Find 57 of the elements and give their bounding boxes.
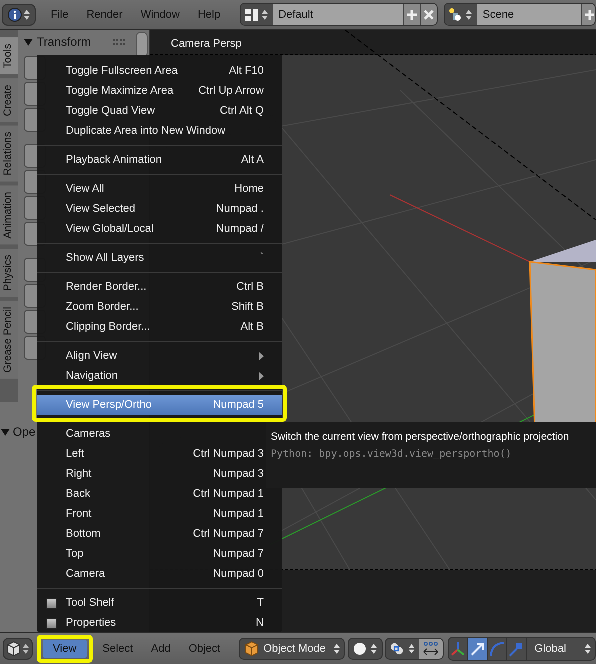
- submenu-arrow-icon: [259, 352, 264, 360]
- snap-icon[interactable]: [418, 638, 443, 658]
- mode-dropdown[interactable]: Object Mode: [238, 638, 346, 660]
- shading-dropdown[interactable]: [348, 638, 384, 660]
- menu-item[interactable]: Toggle Maximize Area Ctrl Up Arrow: [37, 81, 282, 101]
- panel-title[interactable]: Ope: [13, 425, 36, 439]
- python-path-text: Python: bpy.ops.view3d.view_persportho(): [271, 449, 513, 460]
- info-icon: [8, 8, 22, 22]
- tab[interactable]: Create: [0, 78, 18, 122]
- updown-icon: [24, 8, 30, 20]
- tab[interactable]: Tools: [0, 38, 18, 75]
- tab[interactable]: Physics: [0, 248, 18, 297]
- expanded-triangle-icon[interactable]: [24, 38, 33, 46]
- menu-item[interactable]: Show All Layers `: [37, 248, 282, 268]
- scale-icon[interactable]: [507, 638, 527, 660]
- menu-item[interactable]: Bottom Ctrl Numpad 7: [37, 524, 282, 544]
- menu-item[interactable]: Align View: [37, 346, 282, 366]
- menu-item[interactable]: Toggle Quad View Ctrl Alt Q: [37, 101, 282, 121]
- expanded-triangle-icon[interactable]: [1, 428, 10, 436]
- tab[interactable]: Relations: [0, 126, 18, 182]
- panel-title[interactable]: Transform: [37, 35, 92, 49]
- pivot-icon: [390, 642, 406, 656]
- info-editor-button[interactable]: [2, 4, 36, 26]
- menu-item[interactable]: Top Numpad 7: [37, 544, 282, 564]
- submenu-arrow-icon: [259, 372, 264, 380]
- menu-item[interactable]: Properties N: [37, 613, 282, 633]
- menu-item[interactable]: View Selected Numpad .: [37, 199, 282, 219]
- updown-icon: [334, 642, 340, 654]
- menu-item[interactable]: Back Ctrl Numpad 1: [37, 484, 282, 504]
- menu-item[interactable]: Front Numpad 1: [37, 504, 282, 524]
- tooltip-text: Switch the current view from perspective/orthographic projection: [271, 431, 570, 443]
- menu-item[interactable]: Toggle Fullscreen Area Alt F10: [37, 61, 282, 81]
- viewport-title: Camera Persp: [171, 38, 242, 50]
- menu-item[interactable]: Clipping Border... Alt B: [37, 317, 282, 337]
- cube-icon: [244, 640, 260, 656]
- menu-item[interactable]: Navigation: [37, 366, 282, 386]
- updown-icon: [371, 642, 378, 654]
- menu-item[interactable]: Zoom Border... Shift B: [37, 297, 282, 317]
- editor-type-button[interactable]: [3, 638, 33, 660]
- sphere-icon: [353, 642, 368, 656]
- menu-item[interactable]: View All Home: [37, 179, 282, 199]
- menu-item[interactable]: Camera Numpad 0: [37, 564, 282, 584]
- updown-icon: [409, 642, 415, 654]
- menu-item[interactable]: Duplicate Area into New Window: [37, 121, 282, 141]
- grip-icon[interactable]: [113, 39, 128, 45]
- tab[interactable]: Grease Pencil: [0, 300, 18, 379]
- menu-item[interactable]: Tool Shelf T: [37, 593, 282, 613]
- menu-item[interactable]: View: [43, 640, 87, 658]
- tab[interactable]: Animation: [0, 186, 18, 245]
- menu-item[interactable]: Playback Animation Alt A: [37, 150, 282, 170]
- checkbox[interactable]: [46, 618, 57, 629]
- pivot-dropdown[interactable]: [385, 638, 444, 660]
- checkbox[interactable]: [46, 598, 57, 609]
- menu-item[interactable]: Render Border... Ctrl B: [37, 277, 282, 297]
- menu-item[interactable]: View Persp/Ortho Numpad 5: [37, 395, 282, 415]
- menu-item[interactable]: View Global/Local Numpad /: [37, 219, 282, 239]
- updown-icon: [584, 642, 591, 654]
